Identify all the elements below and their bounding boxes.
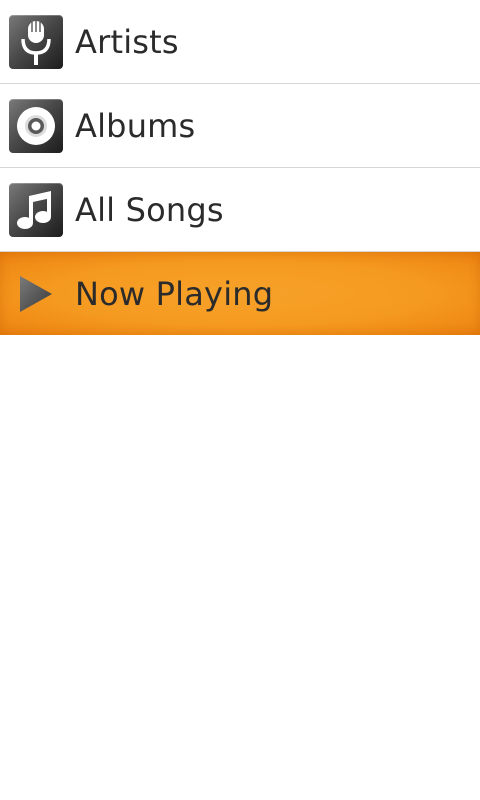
menu-item-artists[interactable]: Artists [0, 0, 480, 84]
music-note-icon [9, 182, 63, 237]
menu-item-label: Albums [75, 106, 196, 145]
menu-item-label: Now Playing [75, 274, 274, 313]
play-icon [8, 266, 64, 322]
disc-icon [9, 98, 63, 153]
menu-item-now-playing[interactable]: Now Playing [0, 252, 480, 335]
albums-icon-wrap [8, 98, 64, 154]
microphone-icon [9, 14, 63, 69]
menu-item-label: All Songs [75, 190, 224, 229]
now-playing-icon-wrap [8, 266, 64, 322]
menu-item-albums[interactable]: Albums [0, 84, 480, 168]
all-songs-icon-wrap [8, 182, 64, 238]
music-library-screen: Artists Albums All Songs Now Playing [0, 0, 480, 800]
library-menu-list: Artists Albums All Songs Now Playing [0, 0, 480, 335]
menu-item-all-songs[interactable]: All Songs [0, 168, 480, 252]
artists-icon-wrap [8, 14, 64, 70]
menu-item-label: Artists [75, 22, 179, 61]
